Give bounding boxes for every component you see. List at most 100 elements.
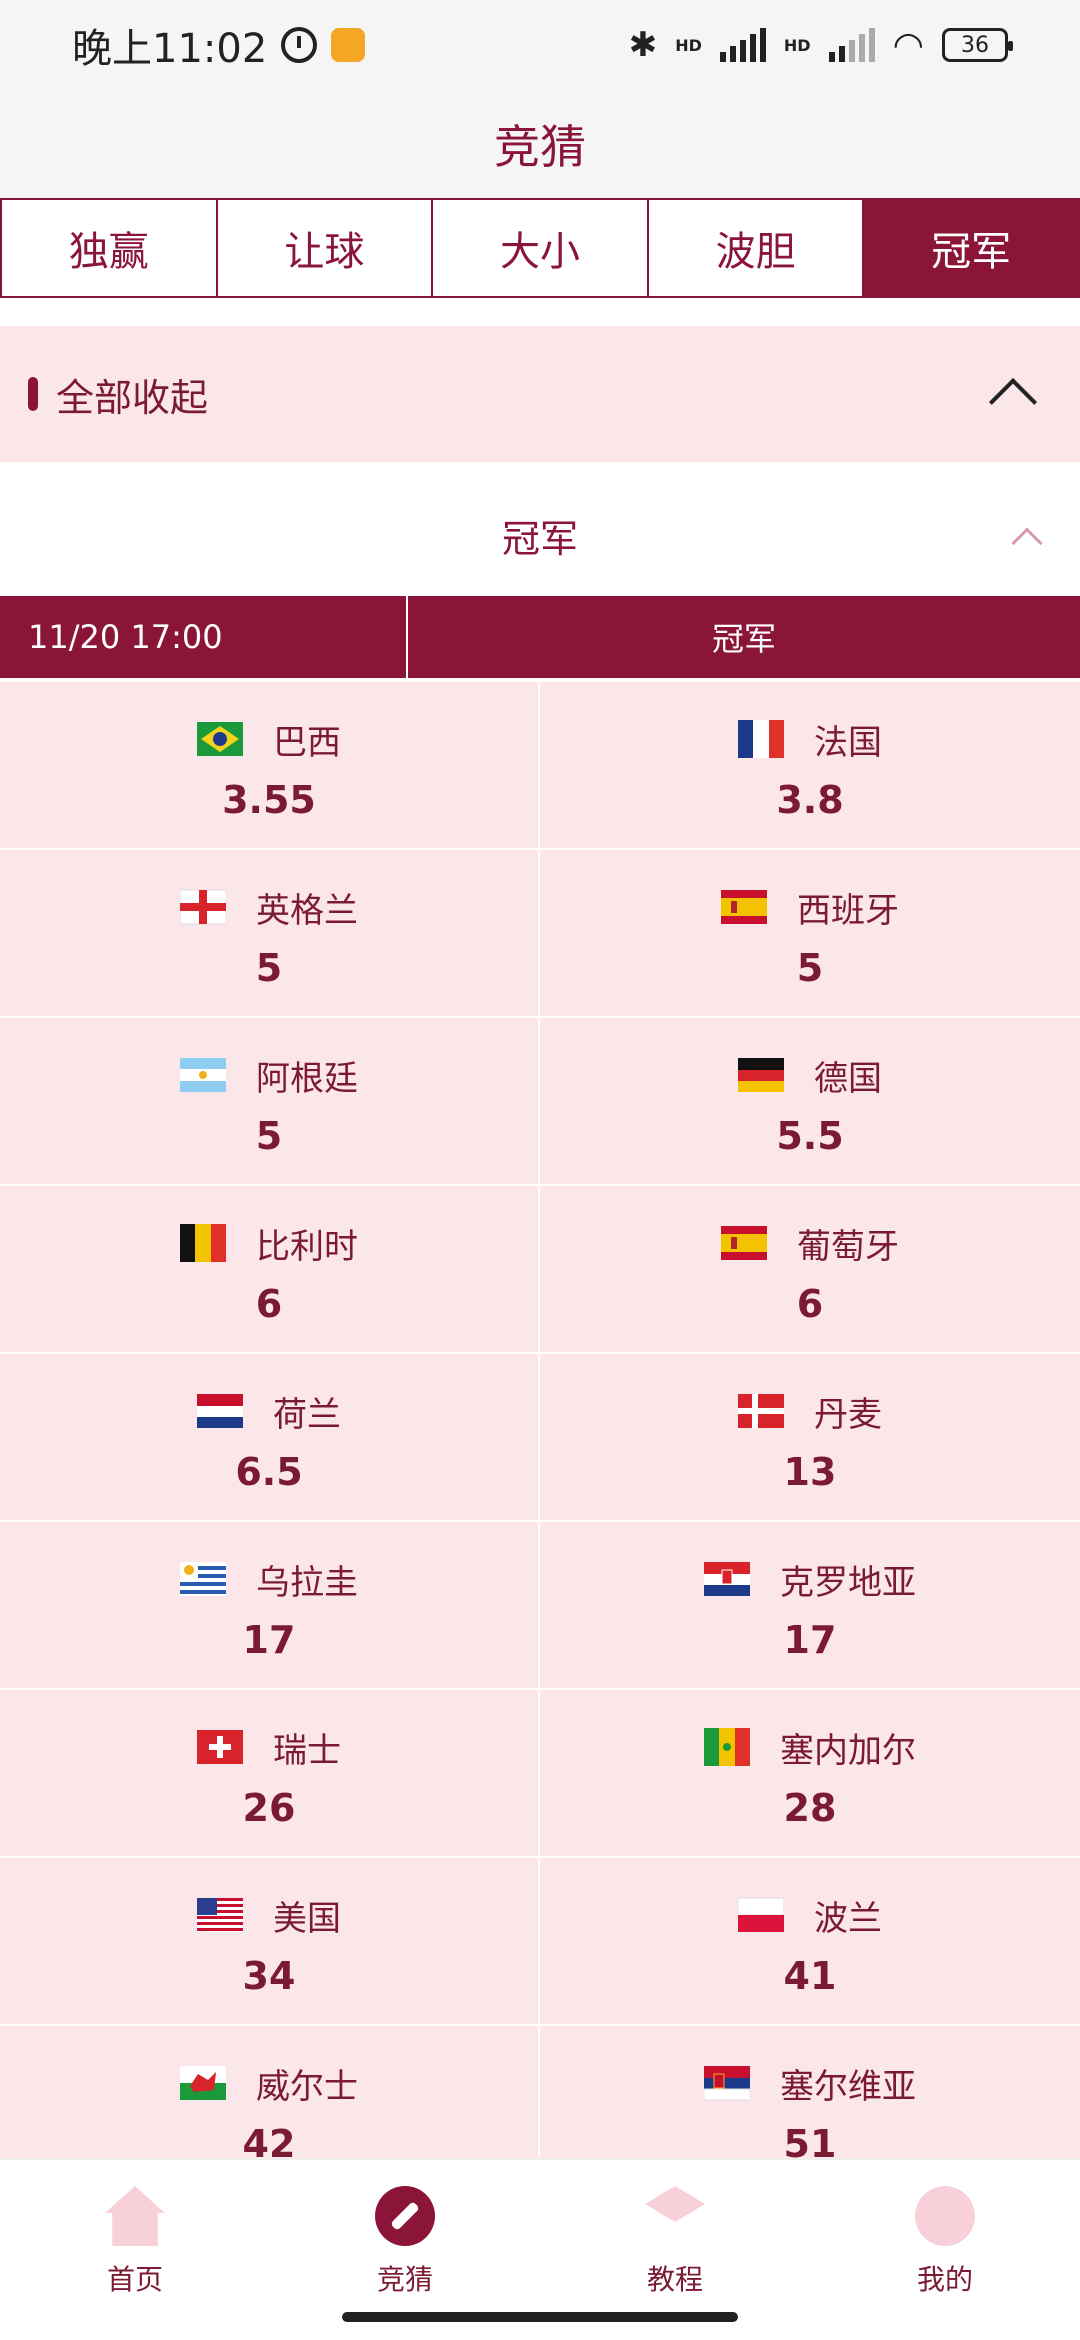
team-header: 波兰 — [738, 1891, 882, 1940]
tab-correct-score[interactable]: 波胆 — [649, 200, 865, 296]
team-odds-cell[interactable]: 克罗地亚 17 — [540, 1522, 1080, 1690]
nav-label: 教程 — [646, 2263, 703, 2296]
tab-label: 独赢 — [68, 229, 149, 275]
serbia-flag-icon — [704, 2060, 750, 2106]
team-odds-cell[interactable]: 塞内加尔 28 — [540, 1690, 1080, 1858]
team-name: 比利时 — [256, 1226, 358, 1267]
odds-value: 26 — [242, 1785, 296, 1830]
status-indicators: ✱ HD HD ◠ 36 — [629, 24, 1013, 66]
spain-flag-icon — [721, 884, 767, 930]
team-odds-cell[interactable]: 荷兰 6.5 — [0, 1354, 540, 1522]
team-odds-cell[interactable]: 瑞士 26 — [0, 1690, 540, 1858]
senegal-flag-icon — [704, 1724, 750, 1770]
odds-value: 42 — [242, 2121, 296, 2159]
signal-icon-1 — [719, 28, 766, 62]
home-icon — [105, 2186, 165, 2246]
team-odds-grid: 巴西 3.55 法国 3.8 英格兰 5 西班牙 5 阿根廷 5 德国 5.5 比利时 6 葡萄牙 6 荷兰 6.… — [0, 682, 1080, 2158]
team-odds-cell[interactable]: 德国 5.5 — [540, 1018, 1080, 1186]
odds-value: 6 — [796, 1281, 824, 1326]
team-odds-cell[interactable]: 波兰 41 — [540, 1858, 1080, 2026]
belgium-flag-icon — [180, 1220, 226, 1266]
nav-label: 首页 — [106, 2263, 163, 2296]
notification-app-icon — [331, 28, 366, 62]
tab-label: 冠军 — [931, 229, 1012, 275]
team-odds-cell[interactable]: 塞尔维亚 51 — [540, 2026, 1080, 2158]
chevron-up-icon[interactable] — [988, 377, 1038, 427]
team-header: 瑞士 — [197, 1723, 341, 1772]
signal-icon-2 — [828, 28, 875, 62]
app-screen: 晚上11:02 ✱ HD HD ◠ 36 竞猜 独赢 让球 大小 波胆 冠军 全… — [0, 0, 1080, 2340]
odds-value: 6.5 — [235, 1449, 303, 1494]
team-odds-cell[interactable]: 比利时 6 — [0, 1186, 540, 1354]
nav-profile[interactable]: 我的 — [810, 2160, 1080, 2340]
team-odds-cell[interactable]: 巴西 3.55 — [0, 682, 540, 850]
odds-value: 17 — [783, 1617, 837, 1662]
france-flag-icon — [738, 716, 784, 762]
team-name: 克罗地亚 — [780, 1562, 916, 1603]
brazil-flag-icon — [197, 716, 243, 762]
team-name: 丹麦 — [814, 1394, 882, 1435]
team-header: 塞尔维亚 — [704, 2059, 916, 2108]
team-name: 威尔士 — [256, 2066, 358, 2107]
team-odds-cell[interactable]: 英格兰 5 — [0, 850, 540, 1018]
odds-value: 3.8 — [776, 777, 844, 822]
status-time: 晚上11:02 — [72, 26, 268, 72]
team-odds-cell[interactable]: 威尔士 42 — [0, 2026, 540, 2158]
compass-icon — [375, 2186, 435, 2246]
collapse-all-bar[interactable]: 全部收起 — [0, 326, 1080, 462]
team-header: 德国 — [738, 1051, 882, 1100]
switzerland-flag-icon — [197, 1724, 243, 1770]
nav-home[interactable]: 首页 — [0, 2160, 270, 2340]
team-odds-cell[interactable]: 西班牙 5 — [540, 850, 1080, 1018]
match-info-bar: 11/20 17:00 冠军 — [0, 596, 1080, 678]
hd-label-1: HD — [675, 35, 702, 55]
team-odds-cell[interactable]: 阿根廷 5 — [0, 1018, 540, 1186]
team-header: 英格兰 — [180, 883, 358, 932]
collapse-all-label: 全部收起 — [56, 375, 209, 420]
layers-icon — [645, 2186, 705, 2222]
team-odds-cell[interactable]: 葡萄牙 6 — [540, 1186, 1080, 1354]
battery-icon: 36 — [942, 28, 1013, 62]
tab-over-under[interactable]: 大小 — [433, 200, 649, 296]
team-odds-cell[interactable]: 法国 3.8 — [540, 682, 1080, 850]
tab-champion[interactable]: 冠军 — [864, 200, 1078, 296]
alarm-icon — [281, 27, 318, 63]
odds-value: 5 — [255, 1113, 283, 1158]
wifi-icon: ◠ — [892, 24, 924, 66]
team-header: 美国 — [197, 1891, 341, 1940]
chevron-up-small-icon[interactable] — [1011, 527, 1043, 559]
team-name: 法国 — [814, 722, 882, 763]
odds-value: 17 — [242, 1617, 296, 1662]
odds-value: 51 — [783, 2121, 837, 2159]
odds-value: 28 — [783, 1785, 837, 1830]
team-name: 葡萄牙 — [797, 1226, 899, 1267]
odds-value: 34 — [242, 1953, 296, 1998]
tab-handicap[interactable]: 让球 — [218, 200, 434, 296]
poland-flag-icon — [738, 1892, 784, 1938]
team-header: 丹麦 — [738, 1387, 882, 1436]
team-header: 西班牙 — [721, 883, 899, 932]
tab-moneyline[interactable]: 独赢 — [2, 200, 218, 296]
odds-value: 41 — [783, 1953, 837, 1998]
team-odds-cell[interactable]: 美国 34 — [0, 1858, 540, 2026]
team-odds-cell[interactable]: 丹麦 13 — [540, 1354, 1080, 1522]
champion-section-header[interactable]: 冠军 — [0, 476, 1080, 594]
portugal-flag-icon — [721, 1220, 767, 1266]
usa-flag-icon — [197, 1892, 243, 1938]
tab-label: 波胆 — [715, 229, 796, 275]
profile-icon — [915, 2186, 975, 2246]
team-name: 美国 — [273, 1898, 341, 1939]
home-indicator[interactable] — [342, 2312, 738, 2322]
nav-label: 我的 — [916, 2263, 973, 2296]
page-header: 竞猜 — [0, 90, 1080, 198]
team-name: 波兰 — [814, 1898, 882, 1939]
nav-label: 竞猜 — [376, 2263, 433, 2296]
team-name: 阿根廷 — [256, 1058, 358, 1099]
england-flag-icon — [180, 884, 226, 930]
team-header: 法国 — [738, 715, 882, 764]
odds-value: 5 — [796, 945, 824, 990]
team-name: 荷兰 — [273, 1394, 341, 1435]
odds-value: 6 — [255, 1281, 283, 1326]
team-header: 阿根廷 — [180, 1051, 358, 1100]
team-odds-cell[interactable]: 乌拉圭 17 — [0, 1522, 540, 1690]
